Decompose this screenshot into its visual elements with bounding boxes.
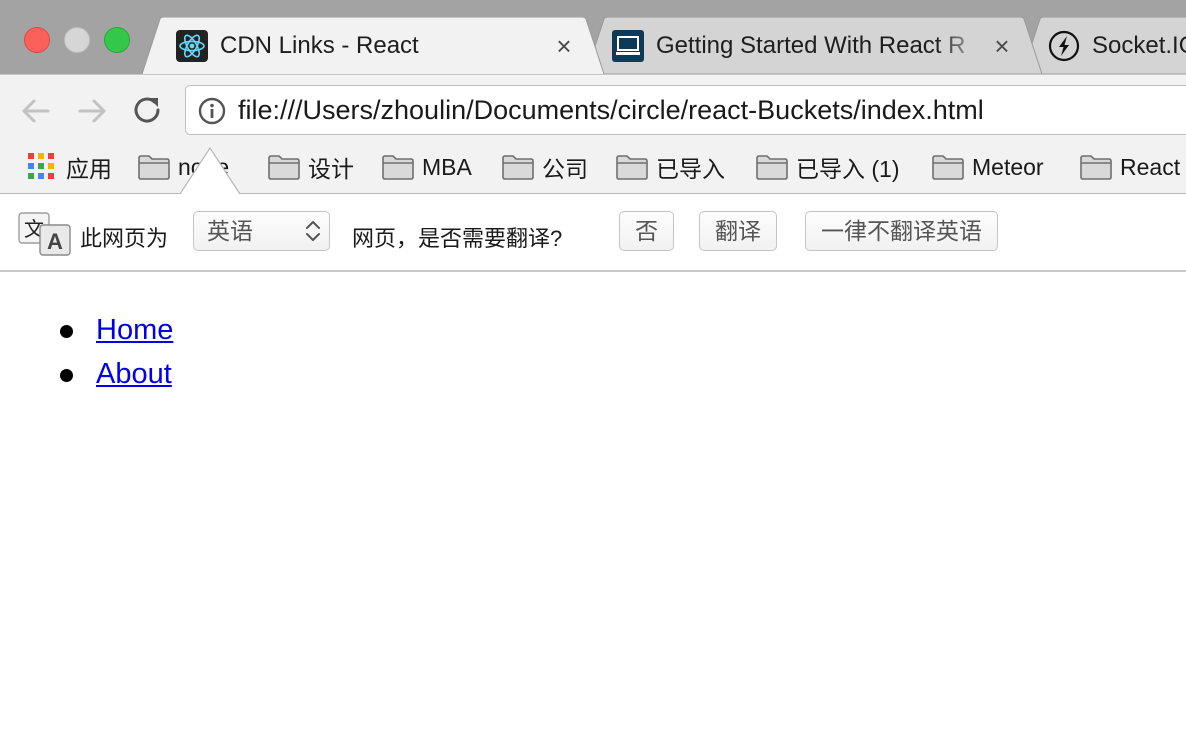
chevron-updown-icon	[306, 221, 320, 241]
folder-icon	[138, 155, 170, 180]
tab-close-icon[interactable]: ×	[988, 32, 1016, 60]
address-bar[interactable]: file:///Users/zhoulin/Documents/circle/r…	[185, 85, 1186, 135]
bookmark-folder-react[interactable]: React	[1080, 146, 1180, 188]
window-maximize-button[interactable]	[104, 27, 130, 53]
laptop-logo-icon	[612, 30, 644, 62]
url-text[interactable]: file:///Users/zhoulin/Documents/circle/r…	[238, 86, 984, 134]
translate-infobar: 文 A 此网页为 英语 网页，是否需要翻译? 否 翻译 一律不翻译英语	[0, 194, 1186, 272]
bookmark-folder-mba[interactable]: MBA	[382, 146, 472, 188]
folder-icon	[502, 155, 534, 180]
window-minimize-button[interactable]	[64, 27, 90, 53]
no-button[interactable]: 否	[619, 211, 674, 251]
bookmark-label: Meteor	[972, 153, 1044, 180]
forward-arrow-icon[interactable]	[74, 93, 110, 129]
react-logo-icon	[176, 30, 208, 62]
translate-icon: 文 A	[18, 212, 71, 256]
bookmark-folder-imported-1[interactable]: 已导入 (1)	[756, 146, 900, 188]
translate-bubble-pointer	[180, 147, 240, 195]
folder-icon	[616, 155, 648, 180]
socketio-logo-icon	[1048, 30, 1080, 62]
info-icon[interactable]	[198, 97, 226, 125]
bookmark-folder-design[interactable]: 设计	[268, 146, 354, 188]
home-link[interactable]: Home	[96, 310, 173, 350]
about-link[interactable]: About	[96, 354, 172, 394]
bullet	[60, 369, 73, 382]
folder-icon	[756, 155, 788, 180]
bookmark-label: 已导入	[656, 156, 725, 182]
tab-getting-started[interactable]: Getting Started With React R ×	[586, 17, 1042, 74]
tab-title: CDN Links - React	[220, 32, 419, 59]
reload-icon[interactable]	[130, 93, 166, 129]
translate-prefix-text: 此网页为	[80, 226, 169, 251]
tab-title: Socket.IO	[1092, 32, 1186, 59]
bookmark-label: 已导入 (1)	[796, 156, 900, 182]
folder-icon	[268, 155, 300, 180]
tab-close-icon[interactable]: ×	[550, 32, 578, 60]
tab-title: Getting Started With React R	[656, 32, 966, 59]
tab-socketio[interactable]: Socket.IO	[1022, 17, 1186, 74]
bookmark-folder-meteor[interactable]: Meteor	[932, 146, 1044, 188]
bullet	[60, 325, 73, 338]
tab-strip: Socket.IO Getting Started With React R ×	[0, 0, 1186, 74]
bookmark-folder-imported[interactable]: 已导入	[616, 146, 725, 188]
bookmark-folder-company[interactable]: 公司	[502, 146, 588, 188]
folder-icon	[932, 155, 964, 180]
bookmark-label: 应用	[66, 156, 112, 182]
back-arrow-icon[interactable]	[18, 93, 54, 129]
never-translate-button[interactable]: 一律不翻译英语	[805, 211, 998, 251]
translate-button[interactable]: 翻译	[699, 211, 777, 251]
folder-icon	[1080, 155, 1112, 180]
folder-icon	[382, 155, 414, 180]
svg-text:A: A	[47, 229, 63, 254]
window-close-button[interactable]	[24, 27, 50, 53]
translate-question-text: 网页，是否需要翻译?	[352, 226, 563, 251]
bookmark-label: MBA	[422, 153, 472, 180]
apps-grid-icon	[28, 153, 56, 181]
browser-toolbar: file:///Users/zhoulin/Documents/circle/r…	[0, 74, 1186, 147]
language-select[interactable]: 英语	[193, 211, 330, 251]
bookmark-apps[interactable]: 应用	[26, 146, 112, 188]
bookmark-label: 设计	[308, 156, 354, 182]
bookmarks-bar: 应用 node 设计 MBA 公司 已导入 已导入 (1) Meteor Rea…	[0, 146, 1186, 194]
tab-cdn-links[interactable]: CDN Links - React ×	[142, 17, 604, 74]
bookmark-label: React	[1120, 153, 1181, 180]
language-select-value: 英语	[207, 218, 253, 244]
bookmark-label: 公司	[542, 156, 588, 182]
